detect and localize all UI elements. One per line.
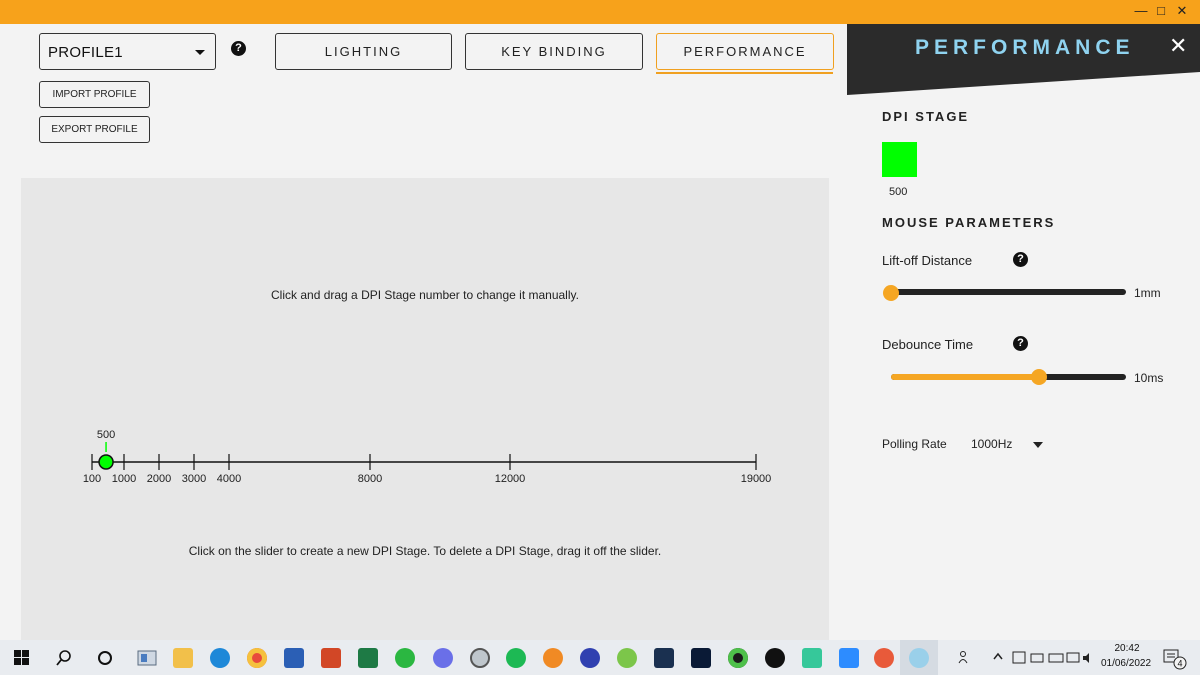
dpi-stage-value: 500 — [889, 186, 908, 198]
dpi-slider[interactable]: 100 1000 2000 3000 4000 8000 12000 19000 500 — [21, 178, 829, 640]
polling-rate-select[interactable]: 1000Hz — [971, 437, 1012, 451]
game-app-icon[interactable] — [802, 648, 822, 668]
fl-studio-icon[interactable] — [543, 648, 563, 668]
liftoff-label: Lift-off Distance — [882, 253, 973, 268]
debounce-help-icon[interactable]: ? — [1013, 336, 1028, 351]
excel-icon[interactable] — [358, 648, 378, 668]
zoom-icon[interactable] — [839, 648, 859, 668]
import-profile-button[interactable]: IMPORT PROFILE — [39, 81, 150, 108]
chevron-down-icon[interactable] — [1033, 442, 1043, 448]
debounce-value: 10ms — [1134, 371, 1164, 385]
app-icon[interactable] — [470, 648, 490, 668]
window-close-button[interactable]: ✕ — [1175, 3, 1189, 19]
tab-performance[interactable]: PERFORMANCE — [656, 33, 834, 70]
system-tray-icons[interactable] — [1011, 650, 1091, 666]
liftoff-slider[interactable] — [891, 289, 1126, 295]
taskbar: 20:42 01/06/2022 4 — [0, 640, 1200, 675]
dpi-tick-label: 19000 — [741, 473, 772, 485]
discord-icon[interactable] — [433, 648, 453, 668]
polling-rate-label: Polling Rate — [882, 437, 947, 451]
main-area: PROFILE1 ? LIGHTING KEY BINDING PERFORMA… — [0, 24, 847, 640]
dpi-tick-label: 2000 — [147, 473, 171, 485]
liftoff-help-icon[interactable]: ? — [1013, 252, 1028, 267]
app2-icon[interactable] — [617, 648, 637, 668]
dpi-tick-label: 4000 — [217, 473, 241, 485]
export-profile-button[interactable]: EXPORT PROFILE — [39, 116, 150, 143]
liftoff-slider-thumb[interactable] — [883, 285, 899, 301]
dpi-tick-label: 100 — [83, 473, 101, 485]
active-tab-indicator — [656, 72, 833, 74]
vpn-icon[interactable] — [728, 648, 748, 668]
chrome-icon[interactable] — [247, 648, 267, 668]
close-icon[interactable]: ✕ — [1169, 34, 1187, 58]
edge-icon[interactable] — [210, 648, 230, 668]
title-bar: — □ ✕ — [0, 0, 1200, 24]
mouse-parameters-heading: MOUSE PARAMETERS — [882, 215, 1056, 230]
powerpoint-icon[interactable] — [321, 648, 341, 668]
spotify-icon[interactable] — [506, 648, 526, 668]
debounce-slider-thumb[interactable] — [1031, 369, 1048, 385]
task-view-icon[interactable] — [137, 649, 157, 667]
minimize-button[interactable]: — — [1134, 3, 1148, 19]
help-icon[interactable]: ? — [231, 41, 246, 56]
notification-icon[interactable]: 4 — [1163, 648, 1187, 670]
liftoff-value: 1mm — [1134, 286, 1161, 300]
word-icon[interactable] — [284, 648, 304, 668]
profile-dropdown[interactable]: PROFILE1 — [39, 33, 216, 70]
clock-date[interactable]: 01/06/2022 — [1094, 658, 1158, 669]
audio-app-icon[interactable] — [580, 648, 600, 668]
maximize-button[interactable]: □ — [1154, 3, 1168, 19]
clock-time[interactable]: 20:42 — [1102, 643, 1152, 654]
dpi-stage-label: 500 — [97, 429, 115, 441]
dpi-tick-label: 1000 — [112, 473, 136, 485]
debounce-label: Debounce Time — [882, 337, 974, 352]
side-panel-header — [847, 24, 1200, 95]
whatsapp-icon[interactable] — [395, 648, 415, 668]
photoshop-icon[interactable] — [691, 648, 711, 668]
dpi-tick-label: 8000 — [358, 473, 382, 485]
chevron-down-icon — [195, 50, 205, 55]
tab-key-binding[interactable]: KEY BINDING — [465, 33, 643, 70]
debounce-slider-fill — [891, 374, 1040, 380]
g-hub-icon[interactable] — [765, 648, 785, 668]
search-icon[interactable] — [56, 650, 72, 666]
dpi-stage-swatch[interactable] — [882, 142, 917, 177]
debounce-slider[interactable] — [891, 374, 1126, 380]
windows-start-icon[interactable] — [14, 650, 29, 665]
side-panel-title: PERFORMANCE — [915, 36, 1135, 59]
chevron-up-icon[interactable] — [993, 652, 1003, 660]
dpi-instruction-bottom: Click on the slider to create a new DPI … — [188, 544, 662, 558]
performance-side-panel: PERFORMANCE ✕ DPI STAGE 500 MOUSE PARAME… — [847, 24, 1200, 640]
tab-lighting[interactable]: LIGHTING — [275, 33, 452, 70]
active-app-icon[interactable] — [909, 648, 929, 668]
dpi-tick-label: 3000 — [182, 473, 206, 485]
dpi-panel: Click and drag a DPI Stage number to cha… — [21, 178, 829, 640]
dpi-stage-marker[interactable] — [98, 454, 114, 470]
profile-dropdown-value: PROFILE1 — [48, 44, 123, 61]
vegas-icon[interactable] — [654, 648, 674, 668]
people-icon[interactable] — [958, 650, 972, 666]
app3-icon[interactable] — [874, 648, 894, 668]
dpi-tick-label: 12000 — [495, 473, 526, 485]
dpi-stage-heading: DPI STAGE — [882, 109, 970, 124]
file-explorer-icon[interactable] — [173, 648, 193, 668]
notification-count: 4 — [1177, 659, 1182, 669]
cortana-icon[interactable] — [97, 650, 113, 666]
